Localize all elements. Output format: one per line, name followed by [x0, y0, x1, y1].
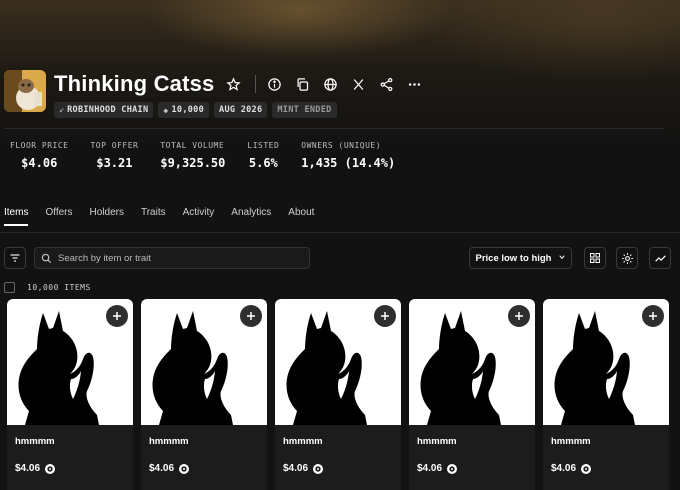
currency-icon	[313, 463, 324, 474]
filter-button[interactable]	[4, 247, 26, 269]
plus-icon	[649, 312, 657, 320]
info-icon[interactable]	[266, 75, 284, 93]
items-count-row: 10,000 ITEMS	[4, 282, 91, 293]
item-card[interactable]: hmmmm $4.06	[409, 299, 535, 490]
collection-stats: FLOOR PRICE $4.06 TOP OFFER $3.21 TOTAL …	[10, 141, 417, 170]
stat-total-volume: TOTAL VOLUME $9,325.50	[160, 141, 226, 170]
divider	[254, 75, 256, 93]
item-price: $4.06	[551, 463, 669, 474]
tab-offers[interactable]: Offers	[45, 207, 72, 226]
item-card[interactable]: hmmmm $4.06	[7, 299, 133, 490]
add-to-cart-button[interactable]	[508, 305, 530, 327]
stat-floor-price: FLOOR PRICE $4.06	[10, 141, 69, 170]
plus-icon	[515, 312, 523, 320]
x-twitter-icon[interactable]	[350, 75, 368, 93]
plus-icon	[247, 312, 255, 320]
collection-title: Thinking Catss	[54, 71, 215, 96]
item-image	[275, 299, 401, 425]
item-name: hmmmm	[283, 436, 323, 447]
search-box	[34, 247, 310, 269]
collection-header: Thinking Catss ➶ ROBINHOOD CHAIN ◈ 10,00…	[4, 70, 424, 118]
item-name: hmmmm	[551, 436, 591, 447]
tab-analytics[interactable]: Analytics	[231, 207, 271, 226]
divider	[4, 128, 664, 129]
supply-tag: ◈ 10,000	[158, 102, 210, 118]
search-input[interactable]	[58, 252, 288, 264]
chevron-down-icon	[558, 253, 566, 263]
items-grid: hmmmm $4.06 hmmmm $4.06 hmmmm $4.06 hmmm…	[7, 299, 677, 490]
share-icon[interactable]	[378, 75, 396, 93]
plus-icon	[113, 312, 121, 320]
date-tag: AUG 2026	[214, 102, 268, 118]
item-image	[7, 299, 133, 425]
plus-icon	[381, 312, 389, 320]
feather-icon: ➶	[59, 105, 65, 115]
item-price-value: $4.06	[15, 463, 41, 474]
collection-tabs: Items Offers Holders Traits Activity Ana…	[4, 207, 331, 226]
divider	[0, 232, 680, 233]
item-card[interactable]: hmmmm $4.06	[275, 299, 401, 490]
more-options-icon[interactable]	[406, 75, 424, 93]
add-to-cart-button[interactable]	[374, 305, 396, 327]
item-card[interactable]: hmmmm $4.06	[543, 299, 669, 490]
currency-icon	[179, 463, 190, 474]
item-price-value: $4.06	[283, 463, 309, 474]
filter-icon	[10, 254, 20, 262]
globe-icon[interactable]	[322, 75, 340, 93]
item-price-value: $4.06	[149, 463, 175, 474]
tab-activity[interactable]: Activity	[183, 207, 215, 226]
add-to-cart-button[interactable]	[642, 305, 664, 327]
items-count: 10,000 ITEMS	[27, 283, 91, 292]
item-price: $4.06	[15, 463, 133, 474]
currency-icon	[581, 463, 592, 474]
item-price: $4.06	[149, 463, 267, 474]
item-price: $4.06	[283, 463, 401, 474]
item-name: hmmmm	[149, 436, 189, 447]
item-price: $4.06	[417, 463, 535, 474]
analytics-chart-button[interactable]	[649, 247, 671, 269]
item-image	[409, 299, 535, 425]
search-icon	[41, 253, 52, 263]
copy-icon[interactable]	[294, 75, 312, 93]
sort-dropdown[interactable]: Price low to high	[469, 247, 572, 269]
layers-icon: ◈	[163, 105, 169, 115]
item-image	[141, 299, 267, 425]
tab-traits[interactable]: Traits	[141, 207, 166, 226]
stat-listed: LISTED 5.6%	[247, 141, 280, 170]
item-card[interactable]: hmmmm $4.06	[141, 299, 267, 490]
item-name: hmmmm	[417, 436, 457, 447]
item-image	[543, 299, 669, 425]
tab-holders[interactable]: Holders	[90, 207, 124, 226]
chain-tag[interactable]: ➶ ROBINHOOD CHAIN	[54, 102, 154, 118]
stat-owners: OWNERS (UNIQUE) 1,435 (14.4%)	[301, 141, 396, 170]
star-icon[interactable]	[225, 75, 243, 93]
currency-icon	[45, 463, 56, 474]
tab-about[interactable]: About	[288, 207, 314, 226]
grid-icon	[590, 253, 600, 263]
item-price-value: $4.06	[417, 463, 443, 474]
settings-button[interactable]	[616, 247, 638, 269]
add-to-cart-button[interactable]	[240, 305, 262, 327]
collection-avatar[interactable]	[4, 70, 46, 112]
items-toolbar: Price low to high	[4, 247, 676, 269]
trending-icon	[654, 254, 666, 262]
currency-icon	[447, 463, 458, 474]
item-name: hmmmm	[15, 436, 55, 447]
mint-status-tag: MINT ENDED	[272, 102, 337, 118]
add-to-cart-button[interactable]	[106, 305, 128, 327]
tab-items[interactable]: Items	[4, 207, 29, 226]
stat-top-offer: TOP OFFER $3.21	[90, 141, 139, 170]
select-all-checkbox[interactable]	[4, 282, 15, 293]
gear-icon	[621, 252, 633, 264]
item-price-value: $4.06	[551, 463, 577, 474]
grid-view-button[interactable]	[584, 247, 606, 269]
